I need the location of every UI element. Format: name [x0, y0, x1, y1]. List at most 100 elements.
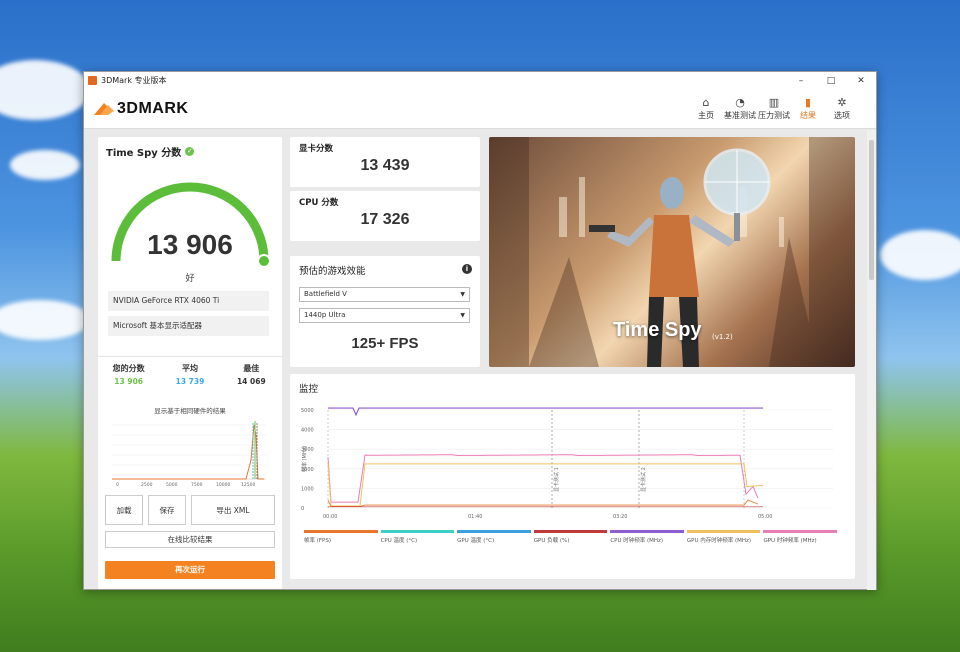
minimize-button[interactable]: – [786, 76, 816, 86]
background-cloud [0, 60, 90, 120]
y-tick: 4000 [301, 428, 314, 434]
estimated-fps: 125+ FPS [351, 335, 419, 352]
monitor-legend: 帧率 (FPS) CPU 温度 (°C) GPU 温度 (°C) GPU 负载 (%)… [304, 530, 840, 544]
close-button[interactable]: ✕ [846, 76, 876, 86]
distribution-title: 显示基于相同硬件的结果 [154, 407, 226, 415]
y-tick: 5000 [301, 408, 314, 414]
score-distribution-chart: 0 2500 5000 7500 10000 12500 [112, 421, 266, 488]
scrollbar-thumb[interactable] [869, 140, 874, 280]
hero-title: Time Spy [613, 319, 702, 341]
character-head [660, 177, 684, 209]
legend-swatch [610, 530, 684, 533]
logo-text: 3DMARK [117, 99, 189, 117]
stat-value: 13 906 [114, 377, 144, 386]
results-content: Time Spy 分数 ✓ 13 906 好 NVIDIA GeForce RT… [84, 130, 868, 591]
app-icon [88, 76, 97, 85]
background-cloud [0, 300, 90, 340]
preset-select-value: 1440p Ultra [304, 311, 346, 319]
test-marker-label: 显卡测试 1 [553, 467, 560, 492]
distribution-tick: 2500 [141, 482, 153, 488]
distribution-tick: 12500 [241, 482, 255, 488]
chevron-down-icon: ▼ [460, 312, 465, 319]
export-xml-button[interactable]: 导出 XML [191, 495, 275, 525]
score-title: Time Spy 分数 [106, 148, 182, 159]
distribution-tick: 5000 [166, 482, 178, 488]
series-gpu-clock [327, 454, 759, 503]
stat-label: 您的分数 [112, 364, 145, 373]
legend-label: GPU 时钟频率 (MHz) [763, 538, 817, 544]
gpu-score-value: 13 439 [360, 157, 410, 174]
estimate-title: 预估的游戏效能 [299, 266, 366, 277]
app-window: 3DMark 专业版本 – □ ✕ 3DMARK ⌂ 主页 ◔ 基准测试 ▥ 压力测试 ▮ 结… [83, 71, 877, 590]
cpu-score-card: CPU 分数 17 326 [290, 191, 480, 241]
vertical-scrollbar[interactable] [867, 130, 876, 590]
y-tick: 1000 [301, 486, 314, 492]
estimated-performance-card: 预估的游戏效能 i Battlefield V ▼ 1440p Ultra ▼ … [290, 256, 480, 367]
x-tick: 05:00 [758, 514, 772, 520]
stat-value: 13 739 [175, 377, 205, 386]
legend-item[interactable]: CPU 时钟频率 (MHz) [610, 530, 684, 544]
main-nav: ⌂ 主页 ◔ 基准测试 ▥ 压力测试 ▮ 结果 ✲ 选项 [688, 96, 858, 121]
stat-label: 平均 [181, 364, 198, 373]
legend-item[interactable]: GPU 时钟频率 (MHz) [763, 530, 838, 544]
cpu-score-label: CPU 分数 [299, 198, 339, 208]
legend-swatch [380, 530, 455, 533]
title-bar: 3DMark 专业版本 – □ ✕ [84, 72, 876, 89]
nav-item-label: 结果 [800, 111, 816, 120]
nav-item-2[interactable]: ▥ 压力测试 [758, 96, 790, 121]
maximize-button[interactable]: □ [816, 76, 846, 86]
legend-item[interactable]: GPU 负载 (%) [533, 530, 608, 544]
monitor-title: 监控 [299, 384, 319, 395]
legend-swatch [533, 530, 608, 533]
hero-version: (v1.2) [712, 333, 733, 341]
overall-score: 13 906 [147, 229, 233, 260]
chevron-down-icon: ▼ [460, 291, 465, 298]
home-icon: ⌂ [702, 96, 710, 109]
score-panel: Time Spy 分数 ✓ 13 906 好 NVIDIA GeForce RT… [98, 137, 282, 589]
3dmark-logo: 3DMARK [94, 100, 188, 118]
preset-select[interactable]: 1440p Ultra ▼ [299, 308, 470, 323]
legend-label: GPU 负载 (%) [533, 538, 570, 544]
run-again-button[interactable]: 再次运行 [105, 561, 275, 579]
nav-item-3[interactable]: ▮ 结果 [792, 96, 824, 121]
stat-value: 14 069 [236, 377, 266, 386]
nav-item-4[interactable]: ✲ 选项 [826, 96, 858, 121]
character-gun [589, 225, 615, 232]
compare-online-button[interactable]: 在线比较结果 [105, 531, 275, 548]
nav-item-label: 选项 [834, 111, 850, 120]
info-icon[interactable]: i [462, 264, 472, 274]
y-tick: 0 [301, 506, 304, 512]
stat-label: 最佳 [243, 364, 260, 373]
series-cpu-clock [328, 407, 763, 417]
legend-label: GPU 温度 (°C) [457, 538, 495, 544]
load-button[interactable]: 加载 [105, 495, 143, 525]
legend-label: CPU 温度 (°C) [380, 538, 418, 544]
logo-flame-icon [94, 102, 114, 115]
legend-item[interactable]: 帧率 (FPS) [304, 530, 378, 544]
game-select[interactable]: Battlefield V ▼ [299, 287, 470, 302]
series-fps [327, 499, 759, 507]
app-header: 3DMARK ⌂ 主页 ◔ 基准测试 ▥ 压力测试 ▮ 结果 ✲ 选项 [84, 89, 876, 129]
display-adapter: Microsoft 基本显示适配器 [108, 316, 269, 336]
legend-item[interactable]: CPU 温度 (°C) [380, 530, 455, 544]
gear-icon: ✲ [837, 96, 847, 109]
monitoring-chart: 500040003000200010000频率 (MHz)00:00 01:40 0… [301, 407, 833, 520]
save-button[interactable]: 保存 [148, 495, 186, 525]
stat-0: 您的分数 13 906 [98, 363, 159, 396]
x-tick: 01:40 [468, 514, 482, 520]
nav-item-0[interactable]: ⌂ 主页 [690, 96, 722, 121]
legend-swatch [763, 530, 838, 533]
gpu-score-label: 显卡分数 [299, 144, 334, 154]
time-spy-hero-image: Time Spy (v1.2) [489, 137, 855, 367]
nav-item-1[interactable]: ◔ 基准测试 [724, 96, 756, 121]
nav-item-label: 主页 [698, 111, 714, 120]
x-tick: 00:00 [323, 514, 337, 520]
legend-swatch [304, 530, 378, 533]
legend-item[interactable]: GPU 内存时钟频率 (MHz) [686, 530, 761, 544]
legend-label: 帧率 (FPS) [304, 538, 332, 544]
bar-chart-icon: ▥ [768, 96, 780, 109]
legend-item[interactable]: GPU 温度 (°C) [457, 530, 531, 544]
legend-swatch [457, 530, 531, 533]
score-comparison: 您的分数 13 906 平均 13 739 最佳 14 069 [98, 356, 282, 396]
score-rating: 好 [185, 274, 195, 284]
